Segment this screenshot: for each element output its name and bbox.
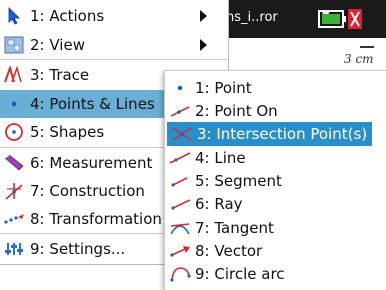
tangent-icon [167,218,193,238]
submenu-arrow-icon [200,39,207,51]
ray-icon [167,194,193,214]
arrow-cursor-icon [2,6,26,26]
segment-icon [167,171,193,191]
submenu-item-tangent[interactable]: 7: Tangent [165,216,386,240]
construction-icon [2,181,26,201]
scale-label: 3 cm [344,52,374,66]
intersection-point-icon [169,124,195,144]
submenu-item-circle-arc[interactable]: 9: Circle arc [165,262,386,286]
submenu-item-line[interactable]: 4: Line [165,146,386,170]
menu-item-view[interactable]: 2: View [0,31,227,59]
menu-separator [0,59,227,60]
submenu-item-point[interactable]: 1: Point [165,76,386,100]
transformation-icon [2,209,26,229]
line-icon [167,148,193,168]
settings-icon [2,239,26,259]
circle-arc-icon [167,264,193,284]
point-on-icon [167,101,193,121]
vector-icon [167,241,193,261]
trace-icon [2,65,26,85]
submenu-item-ray[interactable]: 6: Ray [165,192,386,216]
submenu-item-segment[interactable]: 5: Segment [165,169,386,193]
battery-icon [318,9,362,29]
circle-shape-icon [2,122,26,142]
ruler-icon [2,153,26,173]
submenu-item-vector[interactable]: 8: Vector [165,239,386,263]
points-lines-submenu: 1: Point 2: Point On 3: Intersection Poi… [164,70,386,290]
submenu-item-point-on[interactable]: 2: Point On [165,99,386,123]
submenu-item-intersection-points[interactable]: 3: Intersection Point(s) [167,122,372,146]
view-icon [2,35,26,55]
submenu-arrow-icon [200,10,207,22]
point-icon [167,78,193,98]
point-icon [2,94,26,114]
menu-item-actions[interactable]: 1: Actions [0,2,227,30]
